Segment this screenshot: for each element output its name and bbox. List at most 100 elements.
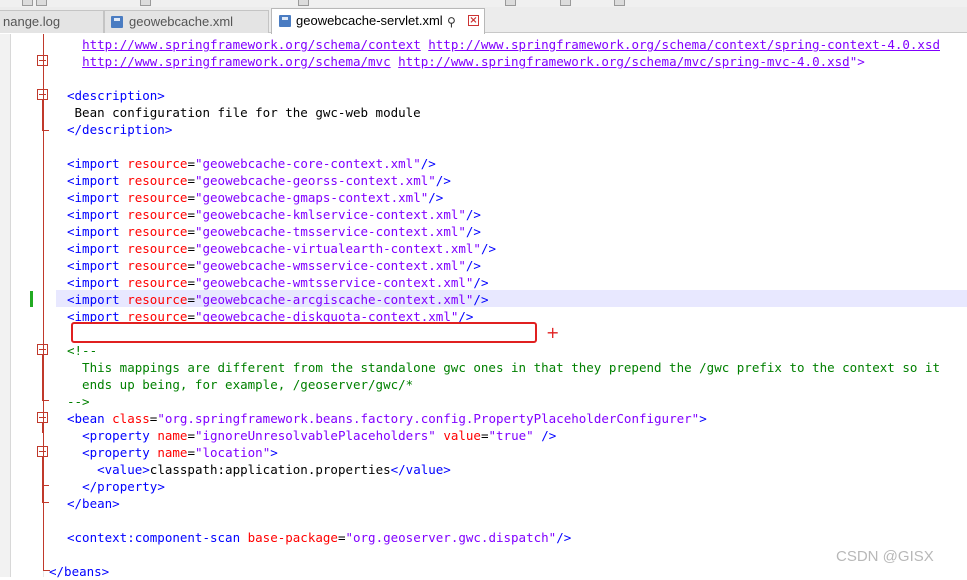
code-token: <import (67, 156, 128, 171)
code-line: http://www.springframework.org/schema/co… (67, 36, 940, 53)
close-icon[interactable]: × (468, 15, 479, 26)
code-token: /> (465, 224, 481, 239)
change-marker (30, 291, 33, 307)
code-token: = (187, 207, 195, 222)
code-token: classpath:application.properties (149, 462, 391, 477)
code-token: = (187, 428, 195, 443)
code-token: </bean> (67, 496, 120, 511)
code-line: http://www.springframework.org/schema/mv… (67, 53, 865, 70)
code-token: --> (67, 394, 90, 409)
code-token: = (187, 190, 195, 205)
code-token: "true" (488, 428, 534, 443)
code-token: http://www.springframework.org/schema/mv… (398, 54, 850, 69)
code-token: "geowebcache-gmaps-context.xml" (194, 190, 429, 205)
code-token: <value> (97, 462, 150, 477)
code-line: </beans> (49, 563, 109, 580)
code-line: <import resource="geowebcache-wmtsservic… (67, 274, 488, 291)
code-token: <property (82, 428, 158, 443)
code-token: <!-- (67, 343, 98, 358)
code-token: name (157, 445, 188, 460)
code-token: = (187, 156, 195, 171)
highlight-box (71, 322, 537, 343)
toolbar-button[interactable] (560, 0, 571, 6)
code-line: <property name="location"> (67, 444, 278, 461)
toolbar-button[interactable] (140, 0, 151, 6)
code-token: resource (127, 190, 188, 205)
toolbar-button[interactable] (36, 0, 47, 6)
code-editor[interactable]: http://www.springframework.org/schema/co… (11, 34, 967, 580)
toolbar-button[interactable] (298, 0, 309, 6)
tab-label: geowebcache.xml (129, 14, 234, 29)
code-line: --> (67, 393, 90, 410)
code-token: <import (67, 275, 128, 290)
code-line: <import resource="geowebcache-arcgiscach… (67, 291, 488, 308)
code-token: resource (127, 224, 188, 239)
code-token: Bean configuration file for the gwc-web … (67, 105, 421, 120)
toolbar-button[interactable] (505, 0, 516, 6)
pin-icon[interactable]: ⚲ (447, 11, 456, 33)
code-token: > (699, 411, 707, 426)
code-line: </bean> (67, 495, 120, 512)
code-token: "ignoreUnresolvablePlaceholders" (194, 428, 436, 443)
code-token: "geowebcache-virtualearth-context.xml" (194, 241, 481, 256)
code-token: <import (67, 241, 128, 256)
tab-geowebcache-xml[interactable]: geowebcache.xml (104, 10, 269, 33)
plus-annotation: + (546, 323, 560, 342)
code-token: <context:component-scan (67, 530, 248, 545)
code-token: /> (473, 292, 489, 307)
code-token: /> (420, 156, 436, 171)
code-token: <import (67, 292, 128, 307)
code-token: = (187, 241, 195, 256)
code-token: </property> (82, 479, 165, 494)
code-token: </value> (390, 462, 451, 477)
code-line: </description> (67, 121, 172, 138)
toolbar-button[interactable] (614, 0, 625, 6)
code-token: /> (435, 173, 451, 188)
code-token: /> (480, 241, 497, 256)
tab-geowebcache-servlet-xml[interactable]: geowebcache-servlet.xml ⚲ × (271, 8, 485, 34)
code-token: "org.springframework.beans.factory.confi… (157, 411, 700, 426)
code-token: = (480, 428, 489, 443)
code-line: <import resource="geowebcache-kmlservice… (67, 206, 481, 223)
code-token: <import (67, 258, 128, 273)
tab-bar: nange.log geowebcache.xml geowebcache-se… (0, 7, 967, 34)
toolbar-strip (0, 0, 967, 7)
code-line: <import resource="geowebcache-gmaps-cont… (67, 189, 443, 206)
code-token: > (270, 445, 278, 460)
code-token: = (187, 224, 195, 239)
code-line: <import resource="geowebcache-core-conte… (67, 155, 436, 172)
code-line: <value>classpath:application.properties<… (67, 461, 451, 478)
code-token: "geowebcache-tmsservice-context.xml" (194, 224, 466, 239)
code-line: <context:component-scan base-package="or… (67, 529, 571, 546)
code-token: </description> (67, 122, 173, 137)
code-token: <import (67, 190, 128, 205)
code-token: resource (127, 173, 188, 188)
code-token: resource (127, 207, 188, 222)
tab-label: geowebcache-servlet.xml (296, 13, 443, 28)
code-token: <import (67, 224, 128, 239)
code-token: http://www.springframework.org/schema/co… (82, 37, 421, 52)
code-token: "org.geoserver.gwc.dispatch" (345, 530, 557, 545)
toolbar-button[interactable] (22, 0, 33, 6)
left-gutter (0, 34, 11, 577)
code-line: <import resource="geowebcache-georss-con… (67, 172, 451, 189)
code-token: = (187, 173, 195, 188)
tab-change-log[interactable]: nange.log (0, 10, 104, 33)
code-token: = (187, 275, 195, 290)
code-token: <import (67, 207, 128, 222)
code-token: "geowebcache-georss-context.xml" (194, 173, 436, 188)
code-token: resource (127, 241, 188, 256)
file-icon (111, 16, 123, 28)
code-token: /> (473, 275, 489, 290)
code-token: /> (465, 207, 481, 222)
code-token: <description> (67, 88, 165, 103)
code-token: <import (67, 173, 128, 188)
watermark: CSDN @GISX (836, 548, 934, 565)
code-token: /> (556, 530, 572, 545)
code-token: <property (82, 445, 158, 460)
code-token: /> (465, 258, 481, 273)
